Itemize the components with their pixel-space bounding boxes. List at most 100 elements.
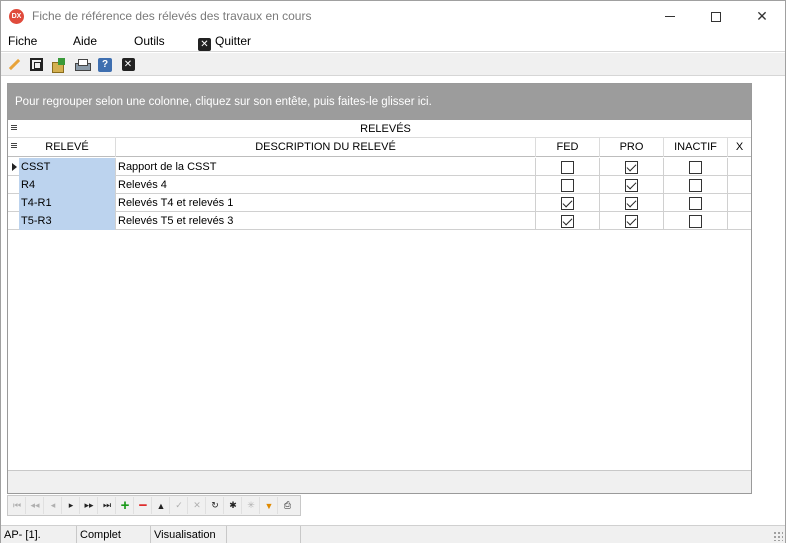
- pro-checkbox[interactable]: [625, 214, 638, 228]
- column-header-x[interactable]: X: [728, 138, 751, 157]
- print-icon: [75, 58, 91, 71]
- group-by-panel[interactable]: Pour regrouper selon une colonne, clique…: [8, 84, 751, 120]
- table-row[interactable]: T4-R1 Relevés T4 et relevés 1: [8, 194, 751, 212]
- print-button[interactable]: [73, 56, 91, 73]
- nav-insert-button[interactable]: +: [117, 497, 134, 514]
- maximize-button[interactable]: [693, 1, 739, 32]
- table-row[interactable]: T5-R3 Relevés T5 et relevés 3: [8, 212, 751, 230]
- cell-pro: [600, 212, 664, 230]
- menu-aide[interactable]: Aide: [73, 34, 97, 48]
- cell-x[interactable]: [728, 176, 751, 194]
- nav-prev-page-button[interactable]: ◂◂: [27, 497, 44, 514]
- cell-inactif: [664, 212, 728, 230]
- fed-checkbox[interactable]: [561, 196, 574, 210]
- title-bar: DX Fiche de référence des rélevés des tr…: [1, 1, 785, 32]
- maximize-icon: [711, 11, 721, 22]
- status-user: AP- [1].: [1, 526, 77, 543]
- cell-x[interactable]: [728, 212, 751, 230]
- inactif-checkbox[interactable]: [689, 214, 702, 228]
- window-title: Fiche de référence des rélevés des trava…: [32, 9, 312, 23]
- cell-fed: [536, 176, 600, 194]
- app-logo-icon: DX: [9, 9, 24, 24]
- edit-icon: [6, 58, 20, 72]
- record-navigator: ⏮ ◂◂ ◂ ▸ ▸▸ ⏭ + − ▲ ✓ ✕ ↻ ✱ ✳ ▼ ⎙: [7, 495, 301, 516]
- close-button[interactable]: ✕: [119, 56, 137, 73]
- table-row[interactable]: R4 Relevés 4: [8, 176, 751, 194]
- customize-band-icon[interactable]: [11, 125, 17, 134]
- cell-x[interactable]: [728, 158, 751, 176]
- column-header-releve[interactable]: RELEVÉ: [19, 138, 116, 157]
- menu-fiche[interactable]: Fiche: [8, 34, 37, 48]
- help-icon: ?: [98, 57, 112, 72]
- nav-refresh-button[interactable]: ↻: [207, 497, 224, 514]
- nav-post-button[interactable]: ✓: [171, 497, 188, 514]
- cell-description[interactable]: Relevés T5 et relevés 3: [116, 212, 536, 230]
- inactif-checkbox[interactable]: [689, 196, 702, 210]
- cell-pro: [600, 176, 664, 194]
- toolbar: ? ✕: [1, 53, 785, 76]
- nav-next-page-button[interactable]: ▸▸: [81, 497, 98, 514]
- column-header-fed[interactable]: FED: [536, 138, 600, 157]
- cell-description[interactable]: Rapport de la CSST: [116, 158, 536, 176]
- column-header-inactif[interactable]: INACTIF: [664, 138, 728, 157]
- edit-button[interactable]: [4, 56, 22, 73]
- nav-last-button[interactable]: ⏭: [99, 497, 116, 514]
- nav-bookmark-button[interactable]: ✱: [225, 497, 242, 514]
- frame-icon: [29, 58, 43, 71]
- fed-checkbox[interactable]: [561, 214, 574, 228]
- close-window-button[interactable]: ✕: [739, 1, 785, 32]
- pro-checkbox[interactable]: [625, 196, 638, 210]
- cell-fed: [536, 212, 600, 230]
- cell-releve[interactable]: R4: [19, 176, 116, 194]
- cell-releve[interactable]: T5-R3: [19, 212, 116, 230]
- checkmark-icon: ✓: [175, 500, 183, 510]
- filter-icon: ▼: [264, 500, 274, 511]
- help-button[interactable]: ?: [96, 56, 114, 73]
- nav-next-button[interactable]: ▸: [63, 497, 80, 514]
- cell-x[interactable]: [728, 194, 751, 212]
- menu-outils[interactable]: Outils: [134, 34, 165, 48]
- band-header-releves[interactable]: RELEVÉS: [20, 120, 751, 138]
- cell-description[interactable]: Relevés 4: [116, 176, 536, 194]
- nav-edit-button[interactable]: ▲: [153, 497, 170, 514]
- resize-grip-icon[interactable]: [773, 531, 783, 541]
- nav-print-button[interactable]: ⎙: [279, 497, 296, 514]
- cell-description[interactable]: Relevés T4 et relevés 1: [116, 194, 536, 212]
- fed-checkbox[interactable]: [561, 178, 574, 192]
- inactif-checkbox[interactable]: [689, 160, 702, 174]
- inactif-checkbox[interactable]: [689, 178, 702, 192]
- pro-checkbox[interactable]: [625, 160, 638, 174]
- column-header-description[interactable]: DESCRIPTION DU RELEVÉ: [116, 138, 536, 157]
- band-header-row: RELEVÉS: [8, 120, 751, 138]
- cancel-icon: ✕: [193, 500, 201, 510]
- menu-quitter[interactable]: ✕ Quitter: [198, 34, 251, 51]
- minimize-button[interactable]: [647, 1, 693, 32]
- nav-goto-bookmark-button[interactable]: ✳: [243, 497, 260, 514]
- next-record-icon: ▸: [68, 500, 74, 510]
- cell-inactif: [664, 176, 728, 194]
- menu-bar: Fiche Aide Outils ✕ Quitter: [1, 32, 785, 52]
- nav-delete-button[interactable]: −: [135, 497, 152, 514]
- cell-releve[interactable]: T4-R1: [19, 194, 116, 212]
- row-indicator: [8, 212, 19, 230]
- column-header-pro[interactable]: PRO: [600, 138, 664, 157]
- nav-cancel-button[interactable]: ✕: [189, 497, 206, 514]
- fed-checkbox[interactable]: [561, 160, 574, 174]
- table-row[interactable]: CSST Rapport de la CSST: [8, 158, 751, 176]
- pro-checkbox[interactable]: [625, 178, 638, 192]
- customize-columns-icon[interactable]: [11, 143, 17, 152]
- status-mode: Complet: [77, 526, 151, 543]
- status-extra: [227, 526, 301, 543]
- nav-prev-button[interactable]: ◂: [45, 497, 62, 514]
- row-indicator-arrow-icon: [8, 158, 19, 176]
- export-button[interactable]: [50, 56, 68, 73]
- export-icon: [52, 58, 66, 73]
- main-window: DX Fiche de référence des rélevés des tr…: [0, 0, 786, 543]
- nav-filter-button[interactable]: ▼: [261, 497, 278, 514]
- cell-inactif: [664, 194, 728, 212]
- minus-icon: −: [138, 497, 148, 514]
- cell-releve[interactable]: CSST: [19, 158, 116, 176]
- nav-first-button[interactable]: ⏮: [9, 497, 26, 514]
- frame-button[interactable]: [27, 56, 45, 73]
- grid-footer: [8, 470, 751, 493]
